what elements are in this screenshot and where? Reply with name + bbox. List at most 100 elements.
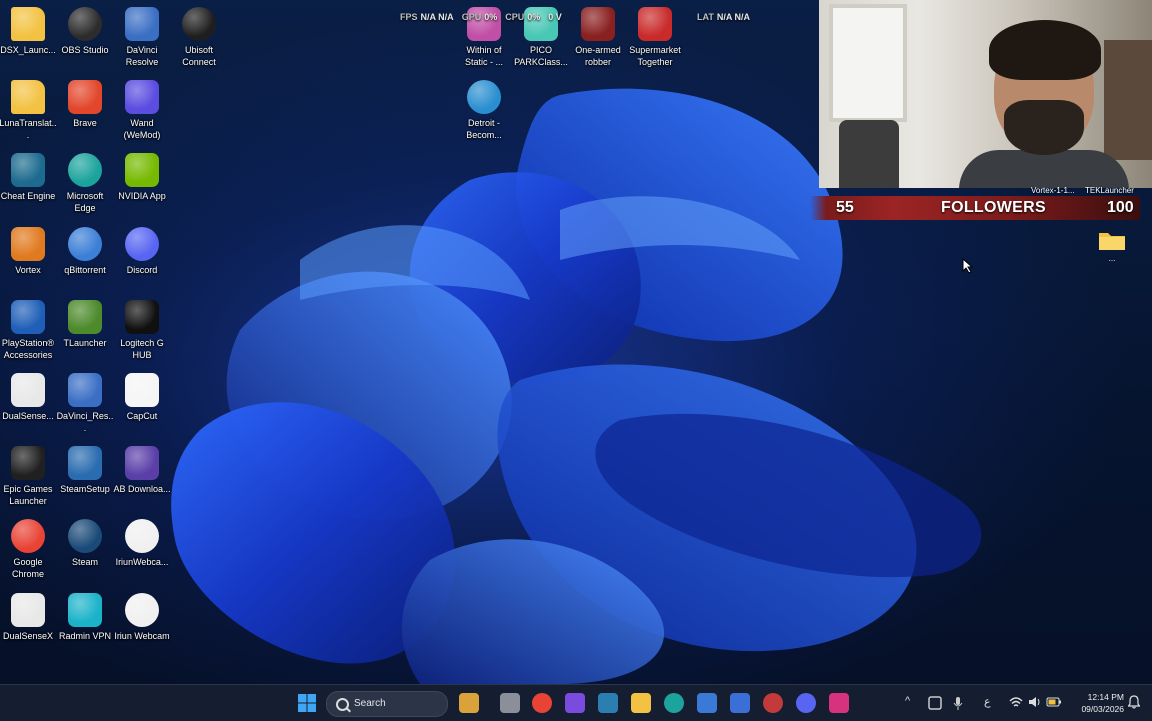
chevron-up-icon[interactable]: ^ bbox=[905, 695, 910, 707]
desktop-icon-label: DaVinci Resolve bbox=[125, 45, 159, 67]
desktop-icon[interactable]: DaVinci_Res... bbox=[56, 370, 114, 434]
followers-goal: 100 bbox=[1107, 199, 1134, 216]
battery-icon[interactable] bbox=[1046, 697, 1062, 707]
desktop-icon[interactable]: Iriun Webcam bbox=[113, 590, 171, 642]
desktop-icon[interactable]: PlayStation® Accessories bbox=[0, 297, 57, 361]
desktop-icon[interactable]: SteamSetup bbox=[56, 443, 114, 495]
desktop-icon[interactable]: IriunWebca... bbox=[113, 516, 171, 568]
app-tray-icon[interactable] bbox=[928, 696, 942, 710]
desktop-icon-label: IriunWebca... bbox=[115, 557, 169, 568]
desktop-icon-label: OBS Studio bbox=[61, 45, 109, 55]
search-label: Search bbox=[354, 698, 386, 709]
desktop-icon-label: Detroit - Becom... bbox=[466, 118, 502, 140]
webcam-chair bbox=[839, 120, 899, 188]
desktop-icon-label: LunaTranslat... bbox=[0, 118, 57, 141]
taskbar-app-chrome[interactable] bbox=[532, 693, 552, 713]
desktop-icon-label: Wand (WeMod) bbox=[123, 118, 161, 141]
desktop-icon[interactable]: Logitech G HUB bbox=[113, 297, 171, 361]
desktop-icon[interactable]: Epic Games Launcher bbox=[0, 443, 57, 507]
taskbar-app-edge[interactable] bbox=[664, 693, 684, 713]
taskbar-app-discord[interactable] bbox=[796, 693, 816, 713]
desktop-icon[interactable]: Vortex bbox=[0, 224, 57, 276]
webcam-feed bbox=[819, 0, 1152, 188]
edge-icon bbox=[68, 153, 102, 188]
microphone-icon[interactable] bbox=[953, 696, 963, 710]
iriun-icon bbox=[125, 592, 159, 627]
webcam-person-body bbox=[959, 150, 1129, 188]
system-clock[interactable]: 12:14 PM 09/03/2026 bbox=[1070, 691, 1124, 715]
desktop-icon[interactable]: TLauncher bbox=[56, 297, 114, 349]
detroit-icon bbox=[467, 80, 501, 114]
steam-setup-icon bbox=[68, 446, 102, 481]
cpu-readout: CPU 0% bbox=[505, 12, 541, 22]
desktop-icon-label: DualSenseX bbox=[2, 630, 54, 641]
webcam-person-beard bbox=[1004, 100, 1084, 155]
desktop-icon[interactable]: Discord bbox=[113, 224, 171, 276]
qbittorrent-icon bbox=[68, 226, 102, 261]
windows-start-icon[interactable] bbox=[297, 693, 317, 713]
desktop-icon[interactable]: Steam bbox=[56, 516, 114, 568]
taskbar-app-copilot[interactable] bbox=[565, 693, 585, 713]
taskbar-app-steam[interactable] bbox=[763, 693, 783, 713]
desktop-icon[interactable]: Google Chrome bbox=[0, 516, 57, 580]
discord-icon bbox=[125, 226, 159, 261]
performance-overlay: FPS N/A N/A GPU 0% CPU 0% 0 V LAT N/A N/A bbox=[400, 8, 750, 26]
desktop-icon-label: qBittorrent bbox=[64, 264, 106, 275]
desktop-icon-label: Radmin VPN bbox=[58, 630, 112, 641]
iriun-icon bbox=[125, 519, 159, 554]
desktop-icon[interactable]: LunaTranslat... bbox=[0, 77, 57, 141]
desktop-icon-label: SteamSetup bbox=[60, 484, 110, 495]
brave-icon bbox=[68, 80, 102, 115]
desktop-icon[interactable]: DSX_Launc... bbox=[0, 4, 57, 56]
desktop-icon-label: Discord bbox=[126, 264, 158, 275]
webcam-shelf bbox=[1104, 40, 1152, 160]
davinci-icon bbox=[125, 7, 159, 41]
desktop-icon[interactable]: Microsoft Edge bbox=[56, 150, 114, 214]
desktop-folder-label: ... bbox=[1108, 254, 1116, 263]
tlauncher-icon bbox=[68, 299, 102, 334]
desktop-label-vortex: Vortex-1-1... bbox=[1031, 186, 1075, 195]
desktop-icon[interactable]: CapCut bbox=[113, 370, 171, 422]
desktop-icon-label: DaVinci_Res... bbox=[56, 411, 114, 433]
dualsense-icon bbox=[11, 592, 45, 627]
desktop-icon[interactable]: DualSense... bbox=[0, 370, 57, 422]
taskbar-search[interactable]: Search bbox=[326, 691, 448, 717]
desktop-icon-label: Epic Games Launcher bbox=[3, 484, 53, 507]
desktop-icon[interactable]: Brave bbox=[56, 77, 114, 129]
desktop-icon-label: DualSense... bbox=[2, 411, 54, 421]
webcam-person-hair bbox=[989, 20, 1101, 80]
desktop-icon[interactable]: qBittorrent bbox=[56, 224, 114, 276]
desktop-icon[interactable]: DualSenseX bbox=[0, 590, 57, 642]
obs-icon bbox=[68, 7, 102, 41]
taskbar-app-vpn[interactable] bbox=[697, 693, 717, 713]
desktop-icon[interactable]: Wand (WeMod) bbox=[113, 77, 171, 141]
desktop-icon-label: Vortex bbox=[15, 264, 41, 275]
nvidia-icon bbox=[125, 153, 159, 188]
desktop-folder[interactable]: ... bbox=[1096, 228, 1128, 264]
desktop-icon-label: Steam bbox=[71, 557, 98, 568]
desktop-icon[interactable]: Detroit - Becom... bbox=[455, 77, 513, 141]
taskbar-app-widgets[interactable] bbox=[459, 693, 479, 713]
cheat-engine-icon bbox=[11, 153, 45, 188]
taskbar-app-cheat-engine[interactable] bbox=[598, 693, 618, 713]
gpu-readout: GPU 0% bbox=[461, 12, 498, 22]
wifi-icon[interactable] bbox=[1009, 696, 1023, 708]
capcut-icon bbox=[125, 373, 159, 407]
desktop-icon[interactable]: AB Downloa... bbox=[113, 443, 171, 495]
language-indicator[interactable]: ع bbox=[984, 695, 991, 708]
taskbar-app-file-manager[interactable] bbox=[500, 693, 520, 713]
desktop-icon[interactable]: DaVinci Resolve bbox=[113, 4, 171, 68]
steam-icon bbox=[68, 519, 102, 554]
taskbar-app-file-explorer[interactable] bbox=[631, 693, 651, 713]
desktop-icon[interactable]: Cheat Engine bbox=[0, 150, 57, 202]
desktop-icon[interactable]: Radmin VPN bbox=[56, 590, 114, 642]
taskbar-app-store[interactable] bbox=[730, 693, 750, 713]
desktop-icon[interactable]: Ubisoft Connect bbox=[170, 4, 228, 68]
notification-bell-icon[interactable] bbox=[1128, 695, 1140, 709]
taskbar-app-instagram[interactable] bbox=[829, 693, 849, 713]
desktop-icon-label: Google Chrome bbox=[11, 557, 44, 580]
volume-icon[interactable] bbox=[1028, 696, 1042, 708]
desktop-icon[interactable]: NVIDIA App bbox=[113, 150, 171, 202]
desktop-icon[interactable]: OBS Studio bbox=[56, 4, 114, 56]
followers-label: FOLLOWERS bbox=[941, 199, 1046, 216]
